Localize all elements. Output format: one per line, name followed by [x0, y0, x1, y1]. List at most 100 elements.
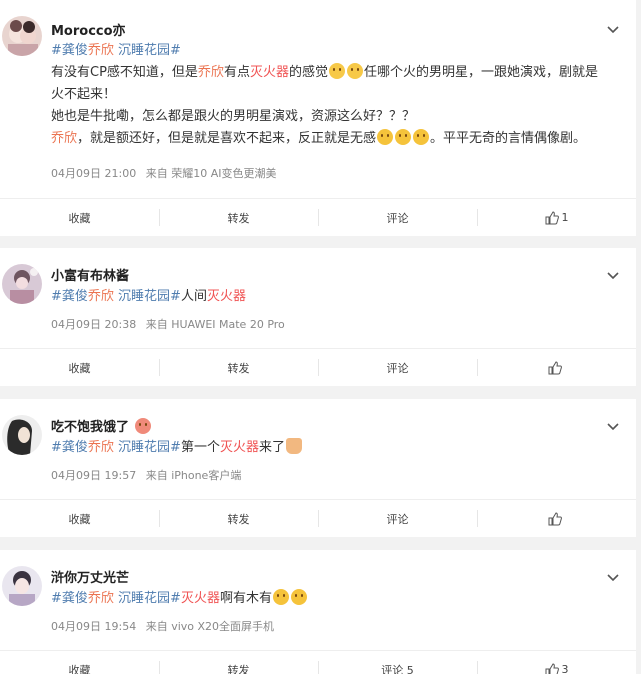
topic-link[interactable]: 沉睡花园#	[114, 440, 181, 455]
comment-button[interactable]: 评论	[318, 349, 477, 386]
post-text-line: #龚俊乔欣 沉睡花园#人间灭火器	[51, 286, 626, 308]
post-text-line: #龚俊乔欣 沉睡花园#第一个灭火器来了	[51, 437, 626, 459]
repost-button[interactable]: 转发	[159, 651, 318, 674]
topic-link[interactable]: 沉睡花园#	[114, 43, 181, 58]
post-card: 小富有布林酱 #龚俊乔欣 沉睡花园#人间灭火器 04月09日 20:38 来自 …	[0, 248, 636, 386]
topic-link[interactable]: 乔欣	[88, 43, 114, 58]
post-date[interactable]: 04月09日 19:57	[51, 469, 136, 482]
action-bar: 收藏 转发 评论	[0, 348, 636, 386]
topic-link[interactable]: #龚俊	[51, 591, 88, 606]
post-text-line: 有没有CP感不知道，但是乔欣有点灭火器的感觉 任哪个火的男明星，一跟她演戏，剧就是	[51, 62, 626, 84]
like-button[interactable]: 1	[477, 199, 636, 236]
text-segment: 人间	[180, 289, 207, 304]
topic-link[interactable]: #龚俊	[51, 440, 88, 455]
collect-label: 收藏	[68, 361, 91, 375]
username[interactable]: 浒你万丈光芒	[51, 567, 129, 586]
smile-emoji-icon	[290, 589, 307, 605]
username[interactable]: 小富有布林酱	[51, 265, 129, 284]
highlight-word: 灭火器	[206, 289, 246, 304]
topic-link[interactable]: 乔欣	[198, 65, 224, 80]
like-button[interactable]	[477, 349, 636, 386]
post-date[interactable]: 04月09日 19:54	[51, 620, 136, 633]
topic-link[interactable]: #龚俊	[51, 43, 88, 58]
thumb-up-icon	[545, 210, 559, 224]
like-button[interactable]: 3	[477, 651, 636, 674]
post-date[interactable]: 04月09日 20:38	[51, 318, 136, 331]
post-source: 来自 iPhone客户端	[145, 469, 242, 482]
topic-link[interactable]: #龚俊	[51, 289, 88, 304]
highlight-word: 灭火器	[249, 65, 289, 80]
chevron-down-icon[interactable]	[606, 22, 620, 36]
post-text-line: 她也是牛批嘞，怎么都是跟火的男明星演戏，资源这么好？？？	[51, 106, 626, 128]
repost-label: 转发	[227, 211, 250, 225]
collect-button[interactable]: 收藏	[0, 500, 159, 537]
like-button[interactable]	[477, 500, 636, 537]
text-segment: ，就是额还好，但是就是喜欢不起来，反正就是无感	[77, 131, 377, 146]
post-text-line: 火不起来！	[51, 84, 626, 106]
topic-link[interactable]: 乔欣	[51, 131, 77, 146]
collect-button[interactable]: 收藏	[0, 651, 159, 674]
text-segment: 的感觉	[288, 65, 328, 80]
topic-link[interactable]: 乔欣	[88, 440, 114, 455]
chevron-down-icon[interactable]	[606, 268, 620, 282]
topic-link[interactable]: 乔欣	[88, 591, 114, 606]
action-bar: 收藏 转发 评论	[0, 499, 636, 537]
text-segment: 她也是牛批嘞，怎么都是跟火的男明星演戏，资源这么好？？？	[51, 109, 416, 124]
avatar[interactable]	[2, 566, 42, 606]
text-segment: 来了	[258, 440, 285, 455]
collect-label: 收藏	[68, 211, 91, 225]
avatar[interactable]	[2, 264, 42, 304]
username[interactable]: Morocco亦	[51, 20, 126, 39]
repost-button[interactable]: 转发	[159, 349, 318, 386]
collect-button[interactable]: 收藏	[0, 199, 159, 236]
chevron-down-icon[interactable]	[606, 419, 620, 433]
highlight-word: 灭火器	[180, 591, 220, 606]
thumb-up-icon	[548, 360, 562, 374]
topic-link[interactable]: 沉睡花园#	[114, 591, 181, 606]
post-text: #龚俊乔欣 沉睡花园# 有没有CP感不知道，但是乔欣有点灭火器的感觉 任哪个火的男明…	[51, 40, 626, 150]
repost-button[interactable]: 转发	[159, 199, 318, 236]
comment-label: 评论	[386, 361, 409, 375]
smile-emoji-icon	[413, 129, 430, 145]
chevron-down-icon[interactable]	[606, 570, 620, 584]
post-text: #龚俊乔欣 沉睡花园#灭火器啊有木有	[51, 588, 626, 610]
laugh-emoji-icon	[346, 63, 363, 79]
collect-label: 收藏	[68, 512, 91, 526]
comment-button[interactable]: 评论 5	[318, 651, 477, 674]
like-count: 3	[561, 663, 569, 674]
comment-button[interactable]: 评论	[318, 199, 477, 236]
post-card: Morocco亦 #龚俊乔欣 沉睡花园# 有没有CP感不知道，但是乔欣有点灭火器的…	[0, 0, 636, 236]
text-segment: 。平平无奇的言情偶像剧。	[430, 131, 587, 146]
post-meta: 04月09日 19:54 来自 vivo X20全面屏手机	[51, 618, 280, 634]
comment-button[interactable]: 评论	[318, 500, 477, 537]
comment-label: 评论	[386, 211, 409, 225]
smile-emoji-icon	[272, 589, 289, 605]
text-segment: 火不起来！	[51, 87, 117, 102]
post-meta: 04月09日 19:57 来自 iPhone客户端	[51, 467, 247, 483]
thumb-up-icon	[548, 511, 562, 525]
smile-emoji-icon	[395, 129, 412, 145]
post-source: 来自 vivo X20全面屏手机	[145, 620, 275, 633]
post-date[interactable]: 04月09日 21:00	[51, 167, 136, 180]
avatar[interactable]	[2, 415, 42, 455]
text-segment: 有点	[223, 65, 250, 80]
blush-emoji-icon	[134, 418, 151, 434]
post-text: #龚俊乔欣 沉睡花园#第一个灭火器来了	[51, 437, 626, 459]
topic-link[interactable]: 沉睡花园#	[114, 289, 181, 304]
laugh-emoji-icon	[328, 63, 345, 79]
post-text-line: 乔欣，就是额还好，但是就是喜欢不起来，反正就是无感 。平平无奇的言情偶像剧。	[51, 128, 626, 150]
topic-link[interactable]: 乔欣	[88, 289, 114, 304]
like-count: 1	[561, 211, 569, 224]
post-card: 吃不饱我饿了 #龚俊乔欣 沉睡花园#第一个灭火器来了 04月09日 19:57 …	[0, 399, 636, 537]
username-text: 吃不饱我饿了	[51, 420, 130, 435]
post-card: 浒你万丈光芒 #龚俊乔欣 沉睡花园#灭火器啊有木有 04月09日 19:54 来…	[0, 550, 636, 674]
collect-button[interactable]: 收藏	[0, 349, 159, 386]
repost-label: 转发	[227, 361, 250, 375]
repost-button[interactable]: 转发	[159, 500, 318, 537]
comment-label: 评论 5	[381, 663, 414, 674]
username[interactable]: 吃不饱我饿了	[51, 416, 152, 435]
text-segment: 任哪个火的男明星，一跟她演戏，剧就是	[363, 65, 598, 80]
weibo-comment-feed: Morocco亦 #龚俊乔欣 沉睡花园# 有没有CP感不知道，但是乔欣有点灭火器的…	[0, 0, 641, 674]
highlight-word: 灭火器	[219, 440, 259, 455]
avatar[interactable]	[2, 16, 42, 56]
